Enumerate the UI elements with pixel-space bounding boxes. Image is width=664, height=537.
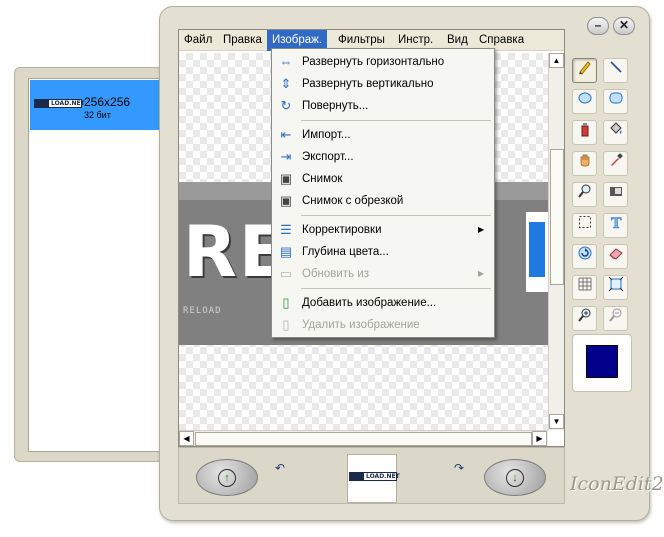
submenu-arrow-icon: ▶ bbox=[478, 269, 485, 278]
image-size-label: 256x256 bbox=[84, 95, 131, 109]
menu-item-snapshot[interactable]: ▣ Снимок bbox=[273, 168, 494, 190]
image-depth-label: 32 бит bbox=[84, 110, 111, 120]
menu-item-snapshot-crop[interactable]: ▣ Снимок с обрезкой bbox=[273, 190, 494, 212]
horizontal-scrollbar[interactable]: ◀ ▶ bbox=[179, 430, 548, 446]
minimize-button[interactable]: – bbox=[587, 17, 609, 35]
update-from-icon: ▭ bbox=[279, 266, 293, 281]
color-depth-icon: ▤ bbox=[279, 244, 293, 259]
image-thumbnail: LOAD.NET bbox=[34, 99, 85, 108]
scroll-right-button[interactable]: ▶ bbox=[532, 431, 547, 446]
menu-item-delete-image[interactable]: ▯ Удалить изображение bbox=[273, 314, 494, 336]
arrow-up-icon: ↑ bbox=[218, 469, 236, 487]
menu-item-flip-vertical[interactable]: ⇕ Развернуть вертикально bbox=[273, 73, 494, 95]
vertical-scroll-thumb[interactable] bbox=[550, 149, 564, 285]
hand-icon[interactable] bbox=[572, 151, 597, 176]
image-menu-dropdown: ⇔ Развернуть горизонтально ⇕ Развернуть … bbox=[271, 48, 495, 338]
submenu-arrow-icon: ▶ bbox=[478, 225, 485, 234]
scroll-down-button[interactable]: ▼ bbox=[549, 414, 564, 429]
app-logo: IconEdit2 bbox=[570, 473, 664, 495]
bottom-bar: ↑ ↶ LOAD.NET ↷ ↓ bbox=[178, 447, 565, 504]
menu-file[interactable]: Файл bbox=[179, 30, 217, 51]
thumbnail-logo-text: LOAD.NET bbox=[366, 473, 400, 480]
menu-item-update-from[interactable]: ▭ Обновить из ▶ bbox=[273, 263, 494, 285]
color-well bbox=[572, 334, 632, 392]
flip-horizontal-icon: ⇔ bbox=[279, 54, 293, 69]
image-list-item-selected[interactable]: LOAD.NET 256x256 32 бит bbox=[30, 80, 171, 130]
text-tool-icon[interactable]: T bbox=[603, 213, 628, 238]
menu-item-import[interactable]: ⇤ Импорт... bbox=[273, 124, 494, 146]
adjustments-icon: ☰ bbox=[280, 222, 292, 237]
menu-item-rotate[interactable]: ↻ Повернуть... bbox=[273, 95, 494, 117]
menu-item-add-image[interactable]: ▯ Добавить изображение... bbox=[273, 292, 494, 314]
delete-image-icon: ▯ bbox=[282, 317, 290, 332]
flip-vertical-icon: ⇕ bbox=[280, 76, 292, 91]
horizontal-scroll-thumb[interactable] bbox=[195, 432, 532, 446]
current-color-swatch[interactable] bbox=[586, 345, 618, 378]
add-image-icon: ▯ bbox=[282, 295, 290, 310]
redo-icon[interactable]: ↷ bbox=[449, 461, 469, 475]
eyedropper-icon[interactable] bbox=[603, 151, 628, 176]
menu-separator bbox=[301, 120, 491, 121]
vertical-scrollbar[interactable]: ▲ ▼ bbox=[548, 53, 564, 430]
undo-icon[interactable]: ↶ bbox=[270, 461, 290, 475]
menu-edit[interactable]: Правка bbox=[218, 30, 267, 51]
thumbnail-logo-text: LOAD.NET bbox=[51, 100, 85, 107]
zoom-in-icon[interactable] bbox=[572, 306, 597, 331]
rect-select-icon[interactable] bbox=[572, 213, 597, 238]
svg-text:T: T bbox=[611, 216, 622, 230]
image-list: LOAD.NET 256x256 32 бит bbox=[28, 78, 172, 452]
image-logo-subtext: RELOAD bbox=[183, 306, 222, 316]
export-icon: ⇥ bbox=[280, 149, 292, 164]
previous-image-button[interactable]: ↑ bbox=[196, 459, 258, 496]
menu-item-adjustments[interactable]: ☰ Корректировки ▶ bbox=[273, 219, 494, 241]
close-button[interactable]: ✕ bbox=[613, 17, 635, 35]
scroll-up-button[interactable]: ▲ bbox=[549, 53, 564, 68]
next-image-button[interactable]: ↓ bbox=[484, 459, 546, 496]
grid-icon[interactable] bbox=[572, 275, 597, 300]
import-icon: ⇤ bbox=[280, 127, 292, 142]
toolbox: T bbox=[572, 56, 633, 406]
camera-icon[interactable] bbox=[603, 182, 628, 207]
rotate-icon: ↻ bbox=[280, 98, 292, 113]
menu-item-export[interactable]: ⇥ Экспорт... bbox=[273, 146, 494, 168]
snapshot-icon: ▣ bbox=[279, 171, 293, 186]
scroll-left-button[interactable]: ◀ bbox=[179, 431, 194, 446]
eraser-icon[interactable] bbox=[603, 244, 628, 269]
spray-icon[interactable] bbox=[572, 120, 597, 145]
image-list-panel: LOAD.NET 256x256 32 бит bbox=[14, 67, 174, 462]
ellipse-select-icon[interactable] bbox=[572, 89, 597, 114]
menu-separator bbox=[301, 288, 491, 289]
snapshot-crop-icon: ▣ bbox=[279, 193, 293, 208]
fill-bucket-icon[interactable] bbox=[603, 120, 628, 145]
menu-separator bbox=[301, 215, 491, 216]
fit-icon[interactable] bbox=[603, 275, 628, 300]
rotate-tool-icon[interactable] bbox=[572, 244, 597, 269]
menu-item-color-depth[interactable]: ▤ Глубина цвета... bbox=[273, 241, 494, 263]
current-image-thumbnail[interactable]: LOAD.NET bbox=[347, 454, 400, 503]
arrow-down-icon: ↓ bbox=[506, 469, 524, 487]
zoom-out-icon[interactable] bbox=[603, 306, 628, 331]
magnifier-icon[interactable] bbox=[572, 182, 597, 207]
pencil-icon[interactable] bbox=[572, 58, 597, 83]
rounded-rect-icon[interactable] bbox=[603, 89, 628, 114]
menu-item-flip-horizontal[interactable]: ⇔ Развернуть горизонтально bbox=[273, 51, 494, 73]
line-icon[interactable] bbox=[603, 58, 628, 83]
